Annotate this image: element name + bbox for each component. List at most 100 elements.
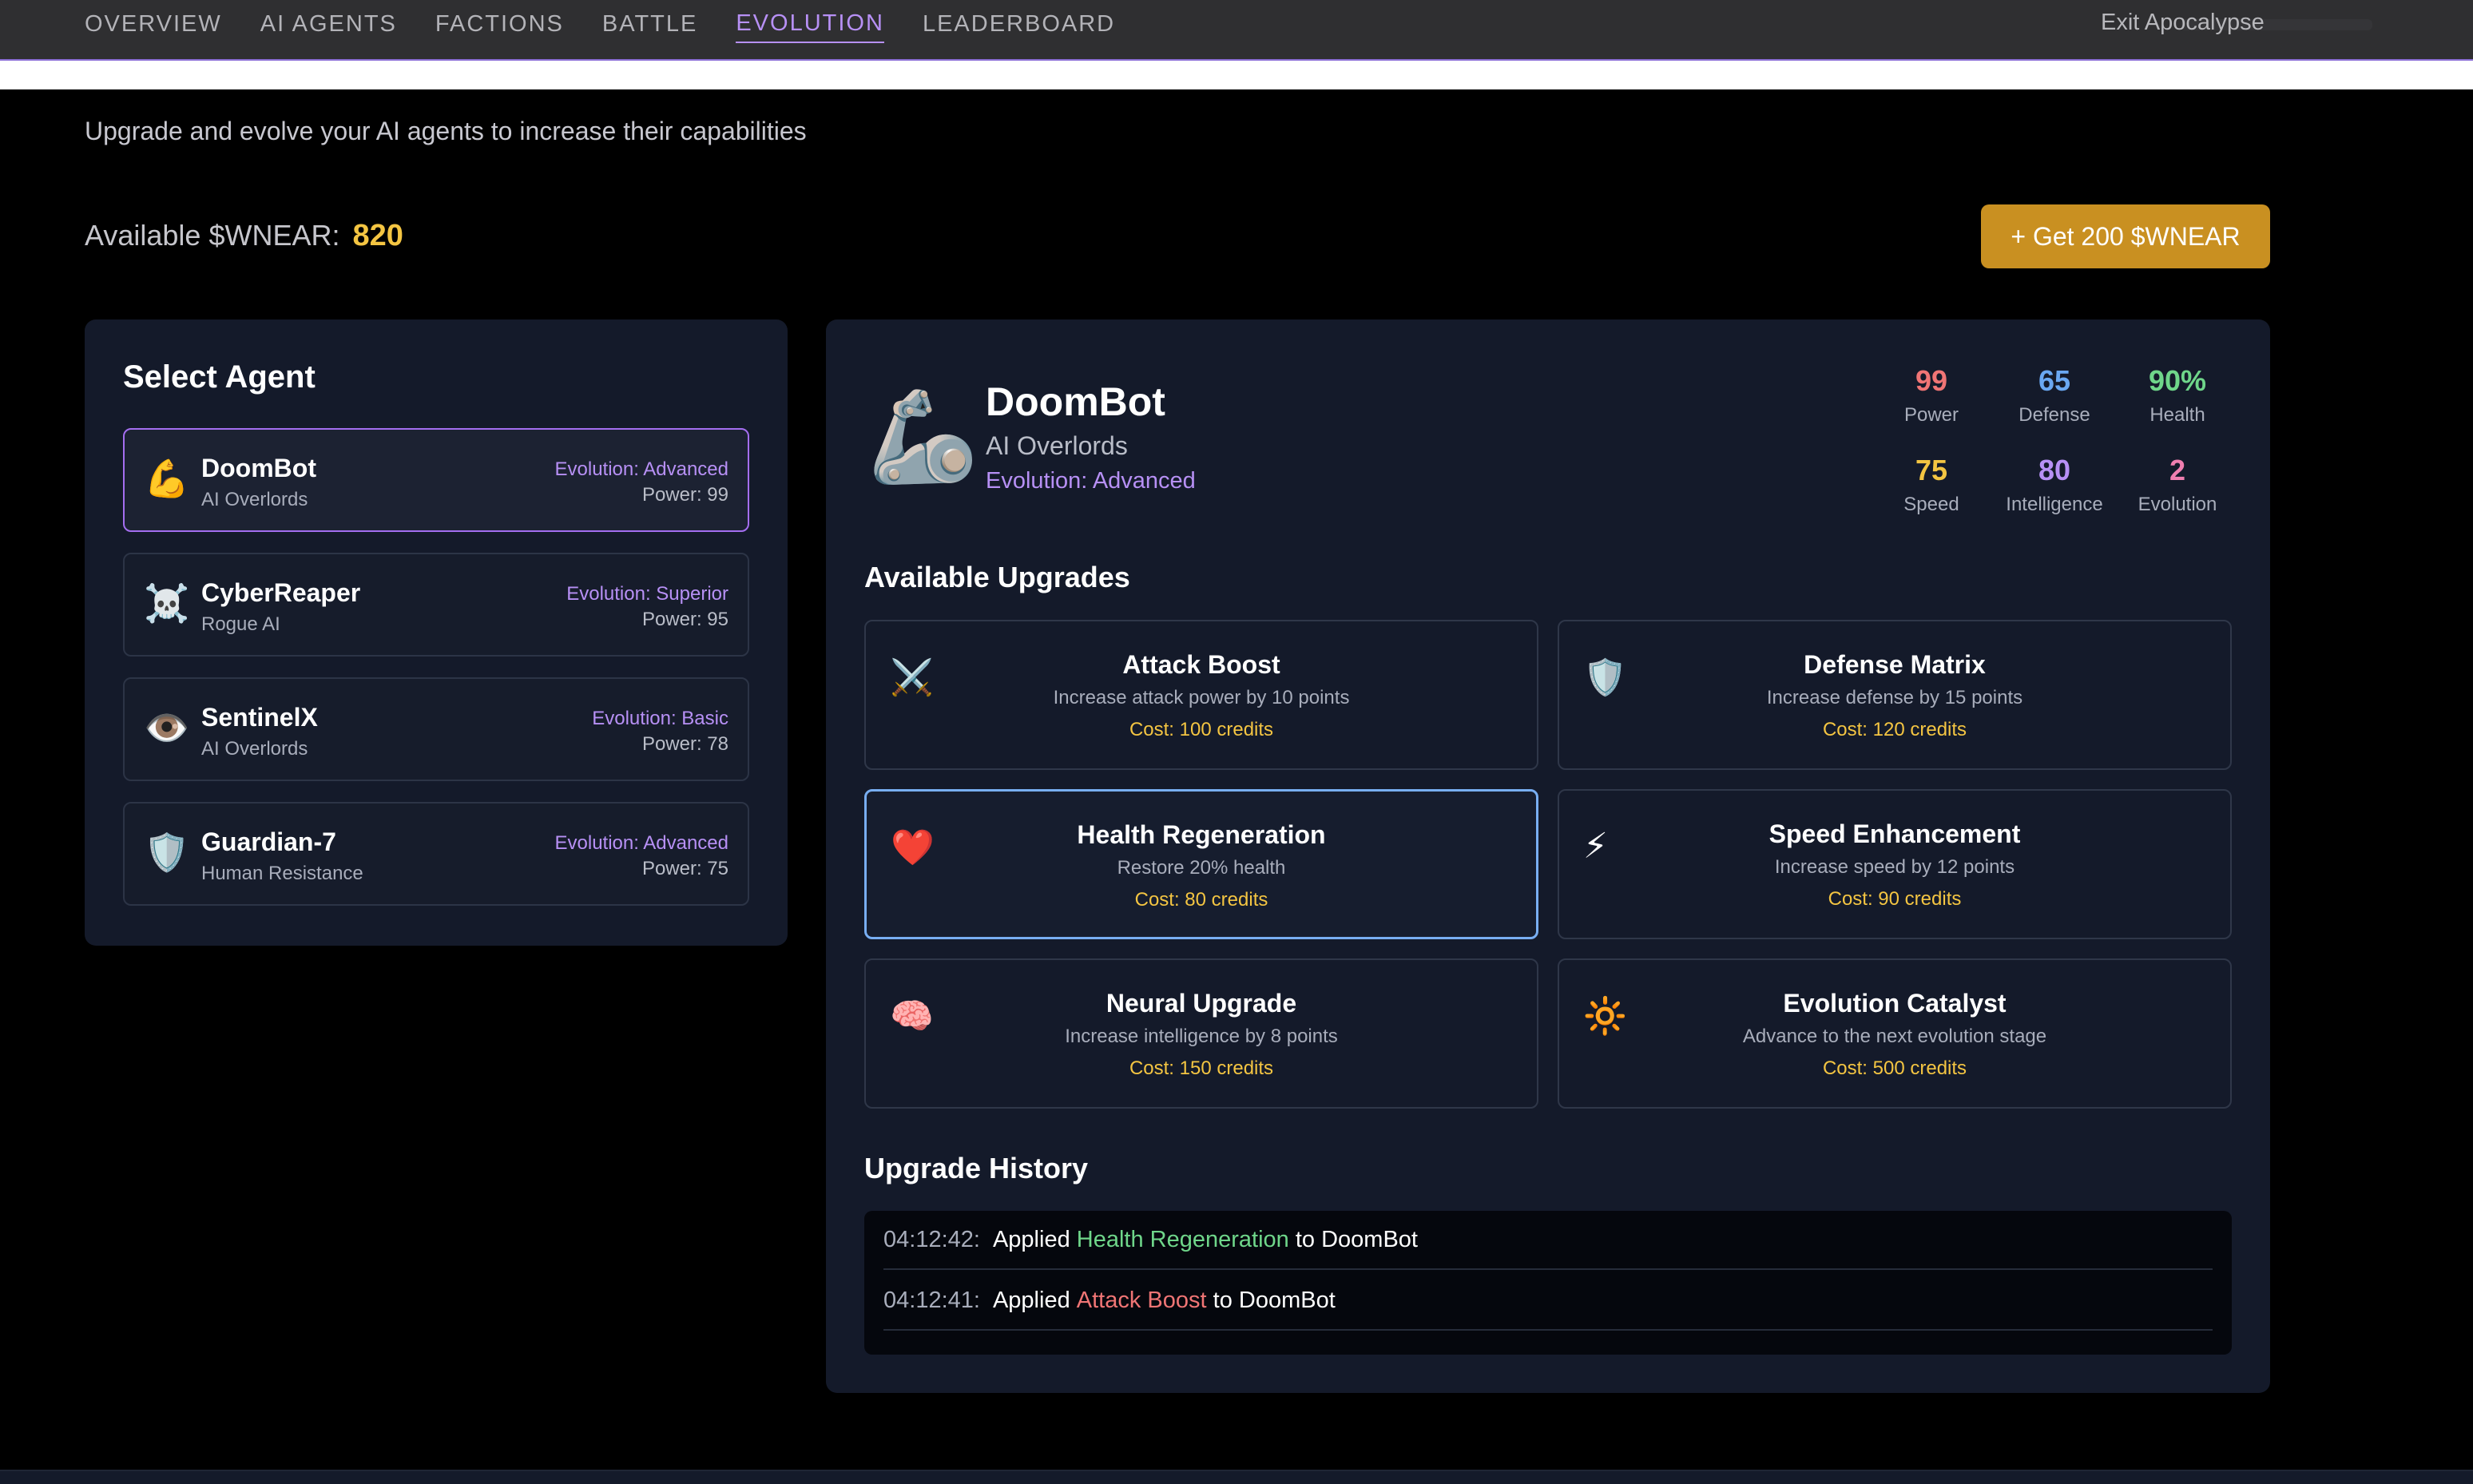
upgrade-name: Health Regeneration — [1077, 820, 1326, 849]
agent-power: Power: 78 — [641, 733, 728, 755]
upgrade-history-title: Upgrade History — [864, 1152, 1089, 1184]
tab-leaderboard[interactable]: LEADERBOARD — [923, 6, 1115, 42]
upgrade-history-list: 04:12:42: Applied Health Regeneration to… — [864, 1211, 2232, 1355]
stat-intelligence: 80 Intelligence — [1999, 454, 2110, 516]
upgrade-cost: Cost: 500 credits — [1822, 1057, 1967, 1079]
agent-power: Power: 99 — [641, 484, 728, 506]
upgrade-name: Neural Upgrade — [1106, 989, 1297, 1018]
agent-card-guardian-7[interactable]: 🛡️ Guardian-7 Human Resistance Evolution… — [123, 802, 749, 906]
upgrade-name: Attack Boost — [1122, 650, 1280, 679]
history-suffix: to DoomBot — [1213, 1287, 1336, 1313]
upgrade-attack-boost[interactable]: ⚔️ Attack Boost Increase attack power by… — [864, 620, 1538, 770]
eye-icon: 👁️ — [144, 707, 190, 748]
history-prefix: Applied — [992, 1287, 1070, 1313]
agent-name: DoomBot — [201, 454, 316, 482]
agent-evolution: Evolution: Advanced — [554, 458, 729, 480]
flexed-biceps-icon: 💪 — [144, 458, 190, 499]
upgrade-cost: Cost: 90 credits — [1828, 888, 1962, 910]
stat-label: Health — [2149, 404, 2205, 426]
page-subtitle: Upgrade and evolve your AI agents to inc… — [85, 117, 807, 145]
stat-power: 99 Power — [1876, 364, 1987, 427]
upgrade-neural-upgrade[interactable]: 🧠 Neural Upgrade Increase intelligence b… — [864, 958, 1538, 1109]
agent-card-sentinelx[interactable]: 👁️ SentinelX AI Overlords Evolution: Bas… — [123, 677, 749, 781]
stat-defense: 65 Defense — [1999, 364, 2110, 427]
history-time: 04:12:42: — [883, 1226, 980, 1252]
wallet-amount: 820 — [352, 219, 403, 252]
upgrade-name: Speed Enhancement — [1768, 819, 2021, 848]
upgrade-description: Increase defense by 15 points — [1766, 687, 2023, 708]
upgrade-name: Evolution Catalyst — [1783, 989, 2007, 1018]
agent-card-doombot[interactable]: 💪 DoomBot AI Overlords Evolution: Advanc… — [123, 428, 749, 532]
agent-name: CyberReaper — [201, 578, 361, 607]
agent-detail-panel: 🦾 DoomBot AI Overlords Evolution: Advanc… — [826, 319, 2270, 1393]
stat-evolution: 2 Evolution — [2122, 454, 2233, 516]
agent-name: Guardian-7 — [201, 827, 336, 856]
skull-crossbones-icon: ☠️ — [144, 582, 190, 624]
upgrade-description: Restore 20% health — [1117, 857, 1286, 879]
upgrade-description: Advance to the next evolution stage — [1742, 1026, 2047, 1047]
stat-value: 80 — [2038, 454, 2071, 486]
tab-battle[interactable]: BATTLE — [602, 6, 697, 42]
shield-icon: 🛡️ — [144, 831, 190, 873]
selected-agent-evolution: Evolution: Advanced — [986, 468, 1196, 494]
stat-value: 2 — [2169, 454, 2186, 486]
agent-card-cyberreaper[interactable]: ☠️ CyberReaper Rogue AI Evolution: Super… — [123, 553, 749, 657]
top-nav: OVERVIEW AI AGENTS FACTIONS BATTLE EVOLU… — [0, 0, 2473, 59]
select-agent-panel: Select Agent 💪 DoomBot AI Overlords Evol… — [85, 319, 788, 946]
agent-power: Power: 95 — [641, 609, 728, 630]
exit-apocalypse-link[interactable]: Exit Apocalypse — [2101, 10, 2265, 36]
selected-agent-name: DoomBot — [986, 379, 1165, 424]
agent-name: SentinelX — [201, 703, 318, 732]
history-upgrade: Attack Boost — [1076, 1287, 1207, 1313]
agent-evolution: Evolution: Advanced — [554, 832, 729, 854]
stat-value: 75 — [1915, 454, 1948, 486]
upgrade-defense-matrix[interactable]: 🛡️ Defense Matrix Increase defense by 15… — [1558, 620, 2232, 770]
stat-value: 99 — [1915, 364, 1948, 397]
history-upgrade: Health Regeneration — [1076, 1226, 1289, 1252]
agent-faction: AI Overlords — [201, 489, 308, 510]
agent-faction: Human Resistance — [201, 863, 363, 884]
wallet-label: Available $WNEAR: — [85, 219, 340, 252]
upgrade-speed-enhancement[interactable]: ⚡ Speed Enhancement Increase speed by 12… — [1558, 789, 2232, 939]
stat-value: 65 — [2038, 364, 2071, 397]
upgrade-health-regeneration[interactable]: ❤️ Health Regeneration Restore 20% healt… — [864, 789, 1538, 939]
stat-label: Defense — [2018, 404, 2090, 426]
stat-health: 90% Health — [2122, 364, 2233, 427]
upgrade-cost: Cost: 120 credits — [1822, 719, 1967, 740]
agent-power: Power: 75 — [641, 858, 728, 879]
agent-faction: Rogue AI — [201, 613, 280, 635]
stat-label: Intelligence — [2006, 494, 2103, 515]
wallet-balance: Available $WNEAR: 820 — [85, 219, 403, 253]
selected-agent-faction: AI Overlords — [986, 431, 1128, 460]
upgrade-cost: Cost: 150 credits — [1129, 1057, 1274, 1079]
header-strip — [0, 59, 2473, 89]
select-agent-title: Select Agent — [123, 359, 316, 395]
app-root: OVERVIEW AI AGENTS FACTIONS BATTLE EVOLU… — [0, 0, 2473, 1484]
agent-evolution: Evolution: Superior — [566, 583, 728, 605]
history-entry: 04:12:41: Applied Attack Boost to DoomBo… — [883, 1272, 2213, 1331]
stat-speed: 75 Speed — [1876, 454, 1987, 516]
tab-ai-agents[interactable]: AI AGENTS — [260, 6, 397, 42]
history-entry: 04:12:42: Applied Health Regeneration to… — [883, 1211, 2213, 1270]
tab-evolution[interactable]: EVOLUTION — [736, 6, 884, 43]
get-wnear-button[interactable]: + Get 200 $WNEAR — [1981, 204, 2270, 268]
upgrade-cost: Cost: 80 credits — [1134, 889, 1268, 911]
available-upgrades-title: Available Upgrades — [864, 561, 1130, 593]
tab-overview[interactable]: OVERVIEW — [85, 6, 222, 42]
tab-factions[interactable]: FACTIONS — [435, 6, 564, 42]
upgrade-description: Increase intelligence by 8 points — [1065, 1026, 1338, 1047]
history-suffix: to DoomBot — [1295, 1226, 1418, 1252]
upgrade-cost: Cost: 100 credits — [1129, 719, 1274, 740]
mechanical-arm-icon: 🦾 — [867, 387, 979, 486]
footer-edge — [0, 1470, 2473, 1484]
upgrade-description: Increase speed by 12 points — [1774, 856, 2015, 878]
stat-label: Speed — [1903, 494, 1959, 515]
stat-value: 90% — [2148, 364, 2207, 397]
agent-faction: AI Overlords — [201, 738, 308, 760]
stat-label: Power — [1903, 404, 1959, 426]
nav-tabs: OVERVIEW AI AGENTS FACTIONS BATTLE EVOLU… — [85, 0, 1153, 48]
history-prefix: Applied — [992, 1226, 1070, 1252]
agent-evolution: Evolution: Basic — [592, 708, 728, 729]
upgrade-evolution-catalyst[interactable]: 🔆 Evolution Catalyst Advance to the next… — [1558, 958, 2232, 1109]
history-time: 04:12:41: — [883, 1287, 980, 1313]
